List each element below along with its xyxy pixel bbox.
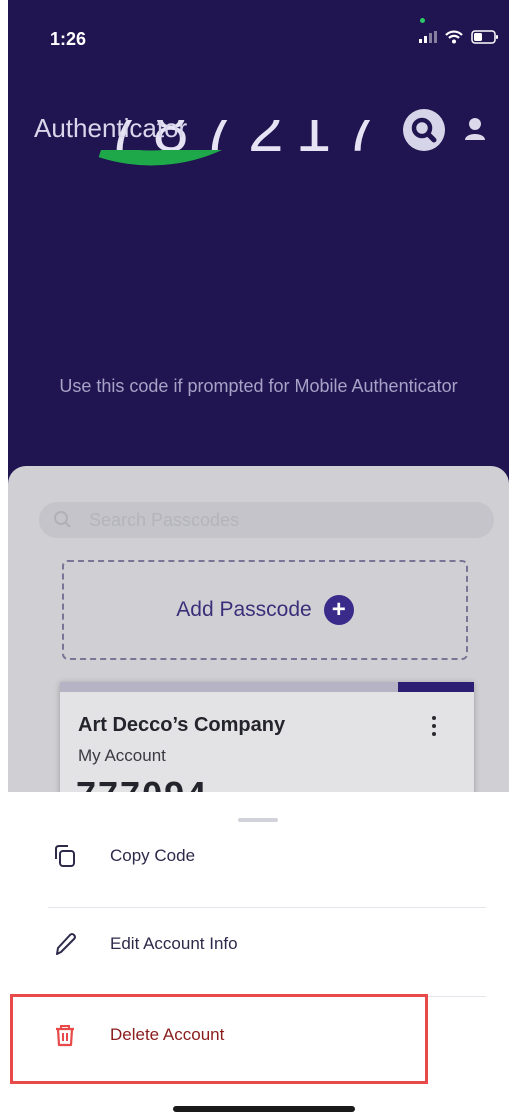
privacy-indicator-dot bbox=[420, 18, 425, 23]
timer-progress-arc bbox=[98, 150, 222, 166]
pencil-icon bbox=[48, 927, 82, 961]
search-bar[interactable] bbox=[39, 502, 494, 538]
more-options-icon[interactable] bbox=[428, 716, 440, 742]
profile-button[interactable] bbox=[460, 114, 490, 144]
home-indicator bbox=[173, 1106, 355, 1112]
copy-code-button[interactable]: Copy Code bbox=[48, 826, 488, 886]
sheet-divider bbox=[48, 907, 486, 908]
trash-icon bbox=[48, 1018, 82, 1052]
app-title: Authenticator bbox=[34, 113, 188, 143]
account-name: My Account bbox=[78, 746, 166, 765]
cellular-signal-icon bbox=[419, 31, 437, 43]
edit-account-button[interactable]: Edit Account Info bbox=[48, 914, 488, 974]
account-company: Art Decco’s Company bbox=[78, 714, 286, 736]
plus-circle-icon: + bbox=[323, 595, 354, 625]
delete-account-button[interactable]: Delete Account bbox=[48, 1005, 488, 1065]
status-icons bbox=[419, 30, 499, 44]
user-icon bbox=[465, 118, 485, 140]
search-icon bbox=[411, 117, 437, 143]
wifi-icon bbox=[445, 30, 463, 44]
phone-screen: 1:26 787217 Authenticator Use this code … bbox=[8, 0, 509, 1112]
copy-code-label: Copy Code bbox=[110, 846, 196, 865]
battery-icon bbox=[471, 30, 499, 44]
search-passcodes-input[interactable] bbox=[87, 508, 451, 532]
add-passcode-button[interactable]: Add Passcode + bbox=[62, 560, 468, 660]
search-icon bbox=[54, 511, 71, 528]
code-hint: Use this code if prompted for Mobile Aut… bbox=[59, 376, 458, 396]
add-passcode-label: Add Passcode bbox=[176, 598, 312, 621]
action-sheet: Copy Code Edit Account Info Delete Accou… bbox=[8, 792, 509, 1112]
copy-icon bbox=[48, 839, 82, 873]
edit-account-label: Edit Account Info bbox=[110, 934, 238, 953]
delete-account-label: Delete Account bbox=[110, 1025, 225, 1044]
card-timer-strip bbox=[60, 682, 474, 692]
search-button[interactable] bbox=[403, 109, 445, 151]
status-time: 1:26 bbox=[50, 29, 87, 49]
sheet-grab-handle[interactable] bbox=[238, 818, 278, 822]
